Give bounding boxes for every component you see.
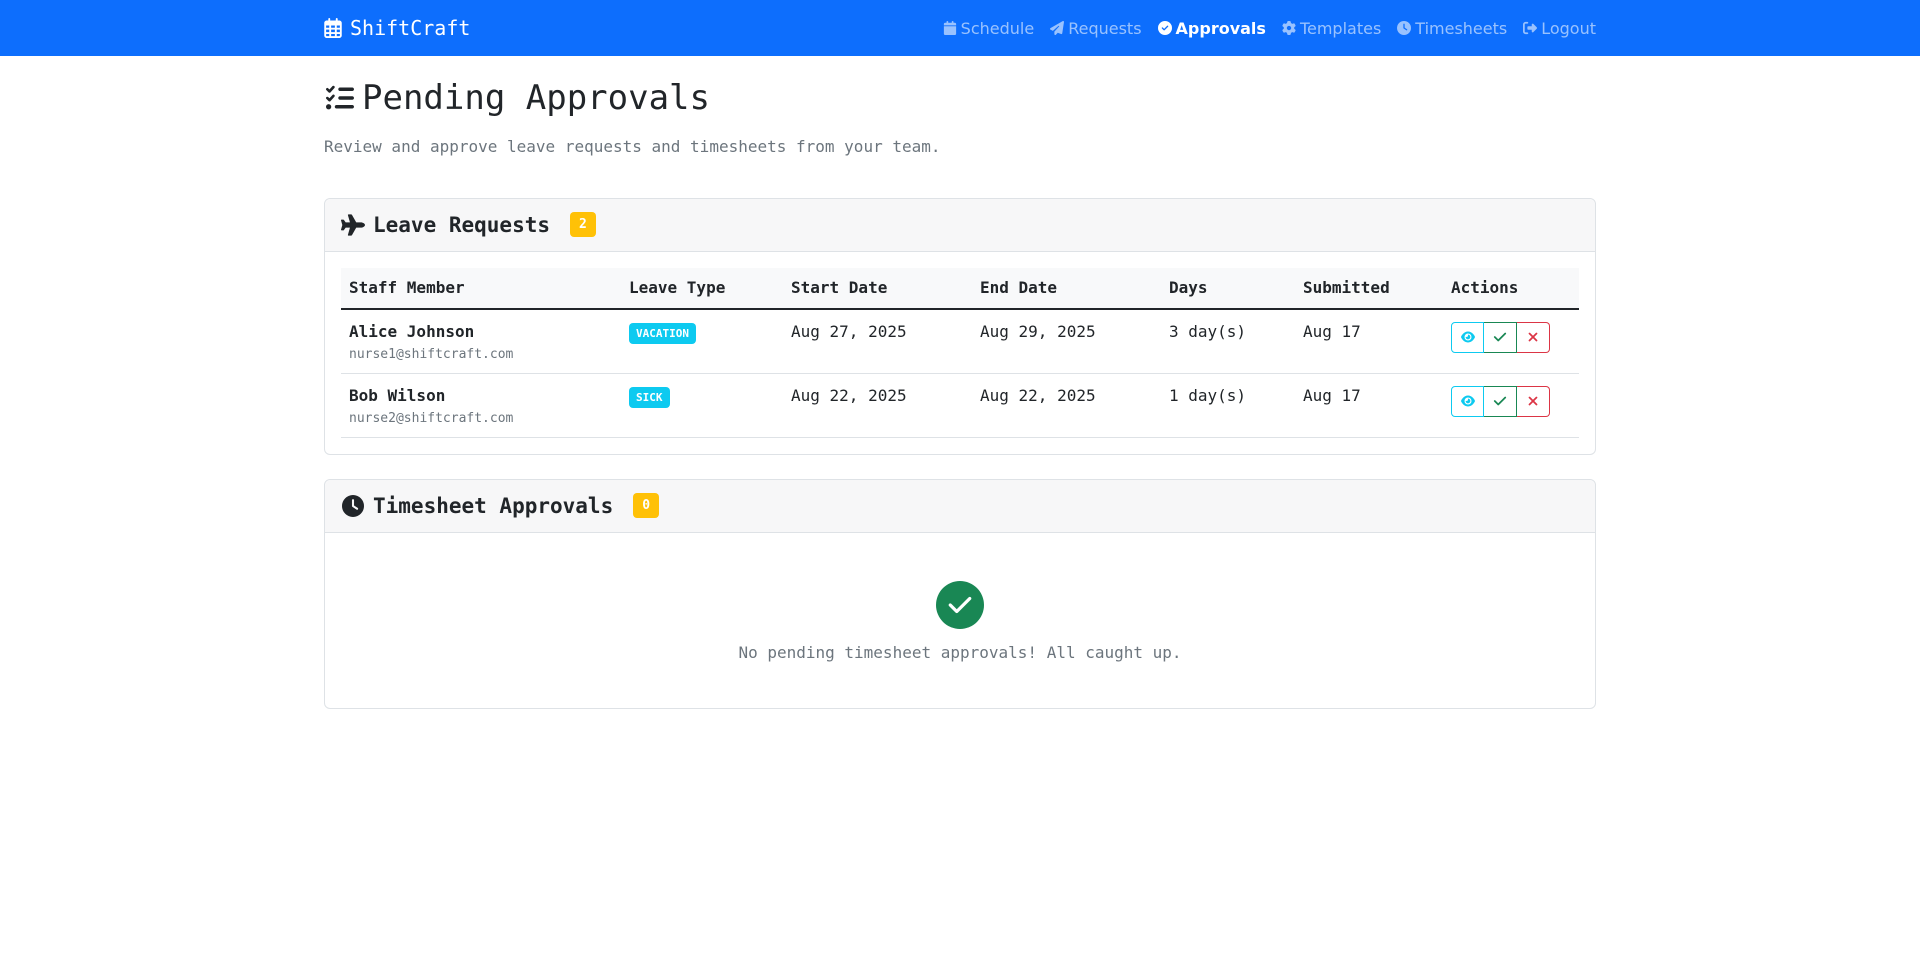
timesheet-count-badge: 0 bbox=[633, 493, 660, 519]
nav-link-logout[interactable]: Logout bbox=[1523, 19, 1596, 38]
staff-email: nurse1@shiftcraft.com bbox=[349, 346, 514, 362]
end-date-cell: Aug 22, 2025 bbox=[972, 373, 1161, 438]
reject-button[interactable] bbox=[1517, 385, 1550, 417]
page-subtitle: Review and approve leave requests and ti… bbox=[324, 136, 941, 156]
actions-cell bbox=[1443, 308, 1579, 374]
page-header: Pending Approvals Review and approve lea… bbox=[324, 78, 1596, 156]
start-date-cell: Aug 27, 2025 bbox=[783, 308, 972, 374]
staff-email: nurse2@shiftcraft.com bbox=[349, 410, 514, 426]
timesheet-approvals-title-text: Timesheet Approvals bbox=[373, 493, 614, 518]
reject-button[interactable] bbox=[1517, 321, 1550, 353]
leave-type-badge: SICK bbox=[629, 386, 670, 408]
nav-label: Templates bbox=[1299, 18, 1382, 38]
eye-icon bbox=[1460, 331, 1475, 343]
column-header-actions: Actions bbox=[1443, 267, 1579, 310]
main-content: Pending Approvals Review and approve lea… bbox=[312, 78, 1608, 709]
action-button-group bbox=[1451, 321, 1550, 353]
calendar-icon bbox=[943, 21, 956, 35]
approve-button[interactable] bbox=[1484, 321, 1517, 353]
nav-label: Requests bbox=[1068, 18, 1142, 38]
nav-link-approvals[interactable]: Approvals bbox=[1157, 18, 1266, 38]
table-header-row: Staff Member Leave Type Start Date End D… bbox=[341, 267, 1579, 310]
nav-links: Schedule Requests Approvals Templates Ti… bbox=[943, 19, 1596, 38]
end-date-cell: Aug 29, 2025 bbox=[972, 308, 1161, 374]
nav-label: Approvals bbox=[1175, 18, 1266, 38]
close-icon bbox=[1528, 332, 1538, 342]
leave-requests-body: Staff Member Leave Type Start Date End D… bbox=[325, 252, 1595, 454]
view-button[interactable] bbox=[1451, 321, 1484, 353]
plane-icon bbox=[341, 214, 365, 236]
table-row: Alice Johnson nurse1@shiftcraft.com VACA… bbox=[341, 308, 1579, 374]
nav-label: Logout bbox=[1541, 18, 1596, 38]
start-date-cell: Aug 22, 2025 bbox=[783, 373, 972, 438]
check-circle-icon bbox=[1157, 21, 1172, 35]
staff-name: Alice Johnson bbox=[349, 321, 475, 341]
navbar-container: ShiftCraft Schedule Requests Approvals T… bbox=[312, 0, 1608, 56]
submitted-cell: Aug 17 bbox=[1295, 373, 1443, 438]
logout-icon bbox=[1523, 21, 1538, 35]
tasks-icon bbox=[325, 86, 354, 110]
leave-count-badge: 2 bbox=[570, 212, 596, 238]
empty-state-message: No pending timesheet approvals! All caug… bbox=[738, 642, 1182, 662]
table-row: Bob Wilson nurse2@shiftcraft.com SICK Au… bbox=[341, 373, 1579, 438]
leave-requests-table: Staff Member Leave Type Start Date End D… bbox=[341, 267, 1579, 438]
top-navbar: ShiftCraft Schedule Requests Approvals T… bbox=[0, 0, 1920, 56]
leave-requests-card: Leave Requests 2 Staff Member Leave Type… bbox=[324, 197, 1596, 455]
column-header-end-date: End Date bbox=[972, 267, 1161, 310]
leave-requests-title-text: Leave Requests bbox=[373, 212, 551, 237]
success-check-icon bbox=[936, 580, 984, 629]
leave-type-cell: VACATION bbox=[621, 308, 783, 374]
timesheet-approvals-header: Timesheet Approvals 0 bbox=[325, 479, 1595, 533]
nav-label: Timesheets bbox=[1415, 18, 1508, 38]
nav-link-templates[interactable]: Templates bbox=[1282, 19, 1381, 38]
actions-cell bbox=[1443, 373, 1579, 438]
check-icon bbox=[948, 596, 972, 613]
leave-type-cell: SICK bbox=[621, 373, 783, 438]
calendar-icon bbox=[324, 18, 342, 38]
close-icon bbox=[1528, 396, 1538, 406]
table-head: Staff Member Leave Type Start Date End D… bbox=[341, 267, 1579, 310]
timesheet-empty-state: No pending timesheet approvals! All caug… bbox=[325, 533, 1595, 708]
approve-button[interactable] bbox=[1484, 385, 1517, 417]
page-title-text: Pending Approvals bbox=[362, 78, 710, 118]
eye-icon bbox=[1460, 395, 1475, 407]
paper-plane-icon bbox=[1050, 21, 1065, 35]
clock-icon bbox=[342, 494, 364, 517]
leave-requests-title: Leave Requests 2 bbox=[341, 212, 596, 238]
nav-link-timesheets[interactable]: Timesheets bbox=[1397, 19, 1507, 38]
view-button[interactable] bbox=[1451, 385, 1484, 417]
check-icon bbox=[1493, 332, 1507, 342]
nav-link-requests[interactable]: Requests bbox=[1050, 18, 1142, 38]
column-header-submitted: Submitted bbox=[1295, 267, 1443, 310]
days-cell: 1 day(s) bbox=[1161, 373, 1295, 438]
column-header-staff: Staff Member bbox=[341, 267, 621, 310]
page-title: Pending Approvals bbox=[324, 78, 1596, 119]
timesheet-approvals-card: Timesheet Approvals 0 No pending timeshe… bbox=[324, 478, 1596, 709]
clock-icon bbox=[1397, 21, 1412, 35]
timesheet-approvals-title: Timesheet Approvals 0 bbox=[341, 493, 660, 519]
column-header-start-date: Start Date bbox=[783, 267, 972, 310]
check-icon bbox=[1493, 396, 1507, 406]
staff-cell: Alice Johnson nurse1@shiftcraft.com bbox=[341, 308, 621, 374]
column-header-leave-type: Leave Type bbox=[621, 267, 783, 310]
brand-name: ShiftCraft bbox=[350, 16, 471, 40]
brand-link[interactable]: ShiftCraft bbox=[324, 16, 470, 40]
leave-requests-header: Leave Requests 2 bbox=[325, 198, 1595, 252]
column-header-days: Days bbox=[1161, 267, 1295, 310]
days-cell: 3 day(s) bbox=[1161, 308, 1295, 374]
nav-link-schedule[interactable]: Schedule bbox=[943, 18, 1035, 38]
leave-type-badge: VACATION bbox=[629, 322, 696, 344]
staff-name: Bob Wilson bbox=[349, 385, 446, 405]
table-body: Alice Johnson nurse1@shiftcraft.com VACA… bbox=[341, 308, 1579, 438]
action-button-group bbox=[1451, 385, 1550, 417]
gear-icon bbox=[1282, 21, 1296, 35]
submitted-cell: Aug 17 bbox=[1295, 308, 1443, 374]
nav-label: Schedule bbox=[960, 18, 1035, 38]
staff-cell: Bob Wilson nurse2@shiftcraft.com bbox=[341, 373, 621, 438]
